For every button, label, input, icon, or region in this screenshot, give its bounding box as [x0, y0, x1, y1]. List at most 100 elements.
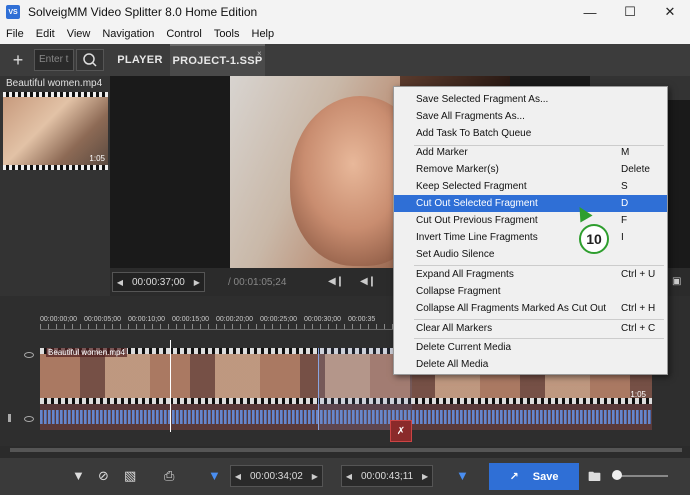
media-panel: Beautiful women.mp4 1:05	[0, 76, 110, 296]
ruler-label: 00:00:30;00	[304, 316, 341, 323]
menu-edit[interactable]: Edit	[30, 28, 61, 40]
track-file-label: Beautiful women.mp4	[46, 348, 127, 357]
start-time-box[interactable]: ◀ 00:00:34;02 ▶	[230, 465, 323, 487]
menu-item-label: Cut Out Selected Fragment	[416, 198, 538, 209]
save-button[interactable]: ↗ Save	[489, 463, 579, 490]
minimize-icon[interactable]: —	[570, 0, 610, 24]
search-icon	[83, 53, 97, 67]
folder-icon[interactable]: 🖿	[588, 468, 601, 490]
prev-frame-icon[interactable]: ◀	[113, 278, 127, 287]
menu-item-shortcut: D	[621, 198, 629, 209]
start-next-icon[interactable]: ▶	[308, 472, 322, 481]
menu-item-shortcut: S	[621, 181, 628, 192]
cut-fragment-icon[interactable]: ✗	[390, 420, 412, 442]
menu-audio-silence[interactable]: Set Audio Silence	[394, 246, 667, 263]
audio-visibility-icon[interactable]	[24, 416, 34, 422]
menu-item-label: Expand All Fragments	[416, 269, 514, 280]
close-icon[interactable]: ✕	[650, 0, 690, 24]
menu-expand-all[interactable]: Expand All Fragments Ctrl + U	[394, 266, 667, 283]
total-time: / 00:01:05;24	[228, 277, 287, 288]
next-frame-icon[interactable]: ▶	[190, 278, 204, 287]
menu-file[interactable]: File	[0, 28, 30, 40]
menu-item-label: Add Task To Batch Queue	[416, 128, 532, 139]
menu-item-shortcut: I	[621, 232, 624, 243]
menu-delete-all-media[interactable]: Delete All Media	[394, 356, 667, 373]
menu-item-label: Cut Out Previous Fragment	[416, 215, 538, 226]
menu-delete-current-media[interactable]: Delete Current Media	[394, 339, 667, 356]
ruler-label: 00:00:05;00	[84, 316, 121, 323]
menu-item-shortcut: M	[621, 147, 630, 158]
media-file-name: Beautiful women.mp4	[6, 78, 103, 89]
menu-item-label: Set Audio Silence	[416, 249, 495, 260]
audio-speaker-icon[interactable]	[8, 414, 16, 422]
menu-item-label: Keep Selected Fragment	[416, 181, 527, 192]
playhead[interactable]	[170, 340, 171, 432]
tab-player[interactable]: PLAYER	[110, 44, 170, 76]
ruler-label: 00:00:15;00	[172, 316, 209, 323]
menu-keep-selected[interactable]: Keep Selected Fragment S	[394, 178, 667, 195]
menu-add-marker[interactable]: Add Marker M	[394, 144, 667, 161]
add-marker-icon[interactable]: ▼	[72, 468, 85, 483]
context-menu: Save Selected Fragment As... Save All Fr…	[393, 86, 668, 375]
film-strip	[3, 165, 108, 170]
track-duration: 1:05	[630, 390, 646, 399]
maximize-icon[interactable]: ☐	[610, 0, 650, 24]
menu-cut-out-selected[interactable]: Cut Out Selected Fragment D	[394, 195, 667, 212]
end-time: 00:00:43;11	[361, 470, 414, 482]
menu-help[interactable]: Help	[246, 28, 281, 40]
app-logo-icon: VS	[6, 5, 20, 19]
video-visibility-icon[interactable]	[24, 352, 34, 358]
menu-invert-fragments[interactable]: Invert Time Line Fragments I	[394, 229, 667, 246]
tab-project[interactable]: PROJECT-1.SSP ×	[170, 44, 265, 76]
menu-bar: File Edit View Navigation Control Tools …	[0, 24, 690, 44]
ruler-label: 00:00:00;00	[40, 316, 77, 323]
menu-collapse-fragment[interactable]: Collapse Fragment	[394, 283, 667, 300]
tab-player-label: PLAYER	[117, 54, 163, 66]
step-back-icon[interactable]: ◀❙	[328, 276, 344, 287]
cut-fragment-button-icon[interactable]: ⎙	[164, 468, 174, 484]
ruler-label: 00:00:25;00	[260, 316, 297, 323]
menu-save-selected[interactable]: Save Selected Fragment As...	[394, 91, 667, 108]
search-input[interactable]: Enter t	[34, 49, 74, 71]
menu-cut-out-previous[interactable]: Cut Out Previous Fragment F	[394, 212, 667, 229]
add-media-button[interactable]: +	[8, 50, 28, 70]
timeline-scrollbar[interactable]	[10, 448, 682, 452]
menu-collapse-all-cut[interactable]: Collapse All Fragments Marked As Cut Out…	[394, 300, 667, 317]
remove-marker-icon[interactable]: ⊘	[98, 468, 109, 484]
menu-clear-markers[interactable]: Clear All Markers Ctrl + C	[394, 320, 667, 337]
menu-navigation[interactable]: Navigation	[96, 28, 160, 40]
current-time-box[interactable]: ◀ 00:00:37;00 ▶	[112, 272, 205, 292]
start-marker-icon[interactable]: ▼	[208, 468, 221, 483]
menu-item-label: Collapse All Fragments Marked As Cut Out	[416, 303, 607, 314]
end-time-box[interactable]: ◀ 00:00:43;11 ▶	[341, 465, 434, 487]
window-title: SolveigMM Video Splitter 8.0 Home Editio…	[28, 5, 258, 19]
snapshot-icon[interactable]: ▣	[672, 276, 681, 287]
menu-item-label: Clear All Markers	[416, 323, 493, 334]
menu-item-label: Delete All Media	[416, 359, 489, 370]
keep-fragment-icon[interactable]: ▧	[124, 468, 136, 484]
end-next-icon[interactable]: ▶	[418, 472, 432, 481]
window-controls: — ☐ ✕	[570, 0, 690, 24]
menu-remove-markers[interactable]: Remove Marker(s) Delete	[394, 161, 667, 178]
save-icon: ↗	[509, 471, 519, 483]
menu-save-all[interactable]: Save All Fragments As...	[394, 108, 667, 125]
menu-item-label: Save All Fragments As...	[416, 111, 525, 122]
end-prev-icon[interactable]: ◀	[342, 472, 356, 481]
current-time: 00:00:37;00	[132, 276, 185, 288]
end-marker-icon[interactable]: ▼	[456, 468, 469, 483]
prev-icon[interactable]: ◀❙	[360, 276, 376, 287]
tab-close-icon[interactable]: ×	[257, 49, 262, 58]
media-thumbnail[interactable]: 1:05	[3, 92, 108, 230]
start-prev-icon[interactable]: ◀	[231, 472, 245, 481]
tab-row: + Enter t PLAYER PROJECT-1.SSP ×	[0, 44, 690, 76]
start-time: 00:00:34;02	[250, 470, 303, 482]
title-bar: VS SolveigMM Video Splitter 8.0 Home Edi…	[0, 0, 690, 24]
tab-project-label: PROJECT-1.SSP	[172, 55, 263, 67]
ruler-label: 00:00:35	[348, 316, 376, 323]
menu-view[interactable]: View	[61, 28, 97, 40]
search-button[interactable]	[76, 49, 104, 71]
menu-tools[interactable]: Tools	[208, 28, 246, 40]
zoom-knob[interactable]	[612, 470, 622, 480]
menu-add-batch[interactable]: Add Task To Batch Queue	[394, 125, 667, 142]
menu-control[interactable]: Control	[160, 28, 207, 40]
